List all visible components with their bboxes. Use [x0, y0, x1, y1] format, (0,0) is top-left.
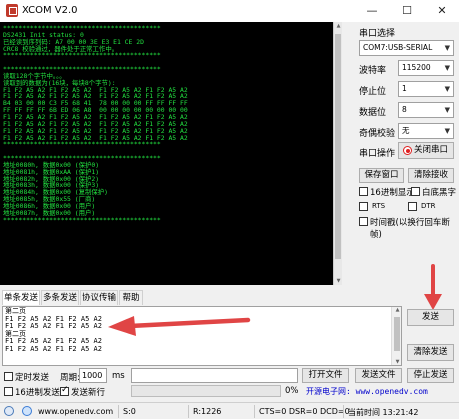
hex-send-checkbox[interactable] — [4, 387, 13, 396]
status-time: 当前时间 13:21:42 — [348, 408, 419, 417]
period-input[interactable]: 1000 — [79, 368, 107, 383]
progress-percent: 0% — [285, 386, 299, 396]
timed-send-label: 定时发送 — [15, 373, 50, 383]
status-signals: CTS=0 DSR=0 DCD=0 — [259, 407, 350, 416]
settings-gear-icon[interactable] — [4, 406, 14, 416]
period-unit: ms — [112, 371, 125, 381]
file-path-input[interactable] — [131, 368, 298, 383]
globe-icon — [22, 406, 32, 416]
status-sent-count: S:0 — [123, 407, 136, 416]
brand-link[interactable]: 开源电子网: www.openedv.com — [306, 386, 428, 397]
period-label: 周期: — [60, 373, 80, 383]
send-newline-label: 发送新行 — [71, 388, 106, 398]
open-file-button[interactable]: 打开文件 — [302, 368, 349, 383]
hex-send-label: 16进制发送 — [15, 388, 60, 398]
stop-send-button[interactable]: 停止发送 — [407, 368, 454, 383]
send-button[interactable]: 发送 — [407, 309, 454, 326]
annotation-arrows — [108, 264, 442, 336]
status-received-count: R:1226 — [193, 407, 222, 416]
arrow-down-icon — [424, 264, 442, 310]
clear-send-button[interactable]: 清除发送 — [407, 344, 454, 361]
send-progress-bar — [131, 385, 281, 397]
timed-send-checkbox[interactable] — [4, 372, 13, 381]
send-newline-checkbox[interactable]: ✓ — [60, 385, 69, 396]
send-file-button[interactable]: 发送文件 — [355, 368, 402, 383]
arrow-left-icon — [108, 316, 251, 336]
status-url[interactable]: www.openedv.com — [38, 407, 113, 416]
checkmark-icon: ✓ — [61, 385, 69, 395]
status-bar: www.openedv.com S:0 R:1226 CTS=0 DSR=0 D… — [0, 402, 459, 419]
